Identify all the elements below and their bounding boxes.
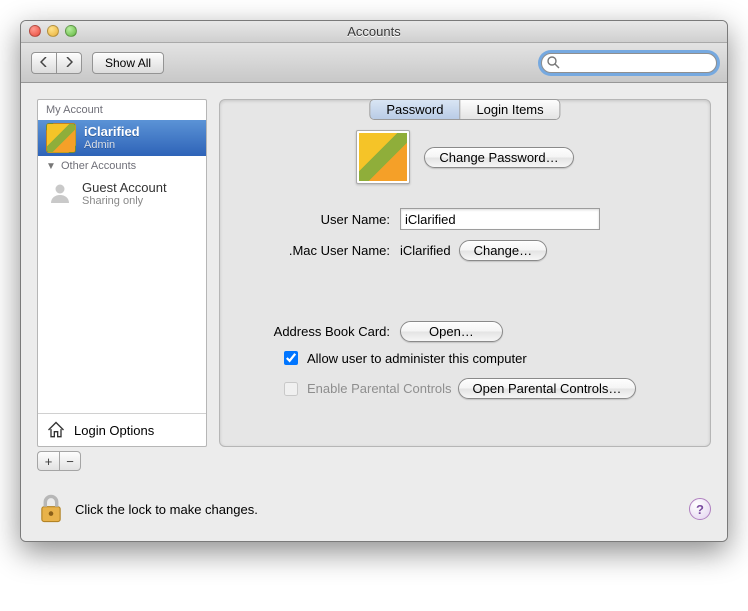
user-name-label: User Name: <box>240 212 390 227</box>
my-account-header: My Account <box>38 100 206 120</box>
open-parental-controls-button[interactable]: Open Parental Controls… <box>458 378 637 399</box>
back-button[interactable] <box>31 52 56 74</box>
admin-checkbox-label: Allow user to administer this computer <box>307 351 527 366</box>
search-icon <box>547 56 560 69</box>
mac-user-name-label: .Mac User Name: <box>240 243 390 258</box>
chevron-right-icon <box>65 57 73 67</box>
admin-checkbox[interactable] <box>284 351 298 365</box>
window-title: Accounts <box>347 24 400 39</box>
mac-user-name-value: iClarified <box>400 243 451 258</box>
login-options-button[interactable]: Login Options <box>38 413 206 446</box>
login-options-label: Login Options <box>74 423 154 438</box>
nav-back-forward <box>31 52 82 74</box>
accounts-window: Accounts Show All My Account <box>20 20 728 542</box>
show-all-button[interactable]: Show All <box>92 52 164 74</box>
account-name: iClarified <box>84 125 140 139</box>
other-accounts-header[interactable]: ▼ Other Accounts <box>38 156 206 176</box>
chevron-left-icon <box>40 57 48 67</box>
parental-controls-label: Enable Parental Controls <box>307 381 452 396</box>
sidebar-item-current-user[interactable]: iClarified Admin <box>38 120 206 156</box>
user-name-input[interactable] <box>400 208 600 230</box>
minimize-icon[interactable] <box>47 25 59 37</box>
forward-button[interactable] <box>56 52 82 74</box>
titlebar: Accounts <box>21 21 727 43</box>
detail-pane: Password Login Items Change Password… Us… <box>219 99 711 447</box>
add-remove-accounts: + − <box>37 451 207 471</box>
account-name: Guest Account <box>82 180 167 195</box>
tab-password[interactable]: Password <box>370 100 460 119</box>
remove-account-button[interactable]: − <box>59 451 81 471</box>
avatar-thumb <box>46 123 76 153</box>
account-role: Admin <box>84 139 140 151</box>
add-account-button[interactable]: + <box>37 451 59 471</box>
footer: Click the lock to make changes. ? <box>37 493 711 525</box>
tab-login-items[interactable]: Login Items <box>460 100 559 119</box>
parental-controls-checkbox <box>284 382 298 396</box>
content: My Account iClarified Admin ▼ Other Acco… <box>21 83 727 541</box>
help-button[interactable]: ? <box>689 498 711 520</box>
address-book-label: Address Book Card: <box>240 324 390 339</box>
accounts-sidebar: My Account iClarified Admin ▼ Other Acco… <box>37 99 207 447</box>
lock-text: Click the lock to make changes. <box>75 502 258 517</box>
change-mac-name-button[interactable]: Change… <box>459 240 548 261</box>
disclosure-triangle-icon: ▼ <box>46 161 56 172</box>
toolbar: Show All <box>21 43 727 83</box>
window-controls <box>29 25 77 37</box>
sidebar-item-guest[interactable]: Guest Account Sharing only <box>38 176 206 210</box>
user-picture[interactable] <box>356 130 410 184</box>
close-icon[interactable] <box>29 25 41 37</box>
change-password-button[interactable]: Change Password… <box>424 147 573 168</box>
search-field-wrap <box>541 53 717 73</box>
house-icon <box>46 420 66 440</box>
zoom-icon[interactable] <box>65 25 77 37</box>
open-address-book-button[interactable]: Open… <box>400 321 503 342</box>
lock-icon[interactable] <box>37 493 65 525</box>
tabs: Password Login Items <box>369 99 560 120</box>
silhouette-icon <box>46 179 74 207</box>
search-input[interactable] <box>541 53 717 73</box>
account-role: Sharing only <box>82 195 167 207</box>
